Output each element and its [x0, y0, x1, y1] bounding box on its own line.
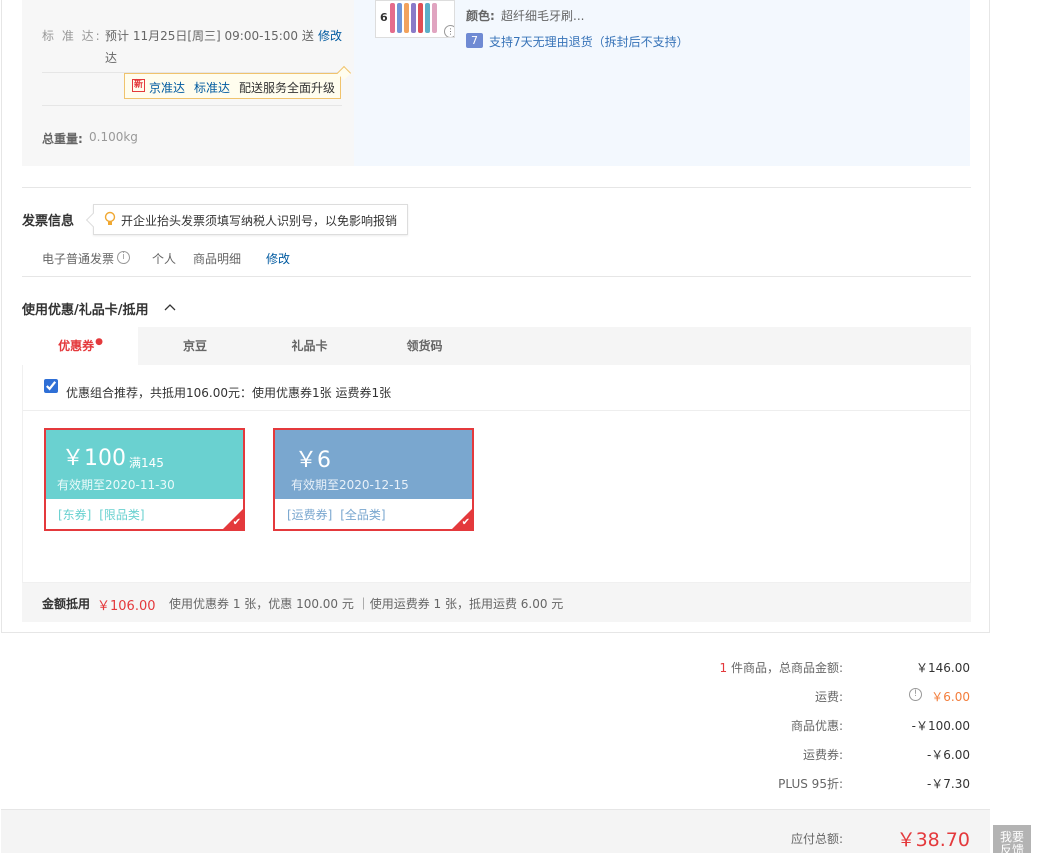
brush-shape [411, 3, 416, 33]
invoice-type: 电子普通发票 [42, 252, 115, 266]
coupon-tag: [运费券] [287, 508, 333, 522]
recommend-checkbox[interactable] [44, 379, 58, 393]
items-total-value: ￥146.00 [916, 661, 970, 675]
weight-value: 0.100kg [89, 130, 138, 144]
coupon-tags: [运费券] [全品类] [287, 506, 386, 523]
discount-title[interactable]: 使用优惠/礼品卡/抵用 [22, 299, 149, 318]
feedback-button[interactable]: 我要 反馈 [993, 825, 1031, 857]
coupon-header: ￥6 有效期至2020-12-15 [275, 430, 472, 499]
discount-tabs: 优惠券● 京豆 礼品卡 领货码 [22, 327, 971, 365]
coupon-card[interactable]: ￥6 有效期至2020-12-15 [运费券] [全品类] ✔ [273, 428, 474, 531]
thumb-mark: 6 [380, 11, 388, 24]
return-policy-text[interactable]: 支持7天无理由退货（拆封后不支持） [489, 33, 689, 50]
tab-gift-card[interactable]: 礼品卡 [252, 327, 367, 365]
coupon-header: ￥100 满145 有效期至2020-11-30 [46, 430, 243, 499]
red-dot-icon: ● [95, 337, 103, 347]
seven-day-return-icon: 7 [466, 33, 483, 48]
info-icon[interactable]: ⋮ [444, 25, 454, 37]
items-label-text: 件商品，总商品金额: [730, 661, 843, 675]
product-thumbnail[interactable]: 6 ⋮ [375, 0, 455, 38]
invoice-title: 发票信息 [22, 214, 75, 229]
invoice-tip-text: 开企业抬头发票须填写纳税人识别号，以免影响报销 [121, 214, 398, 228]
shipping-label: 运费: [814, 690, 843, 704]
invoice-detail: 商品明细 [193, 252, 242, 266]
plus-discount-value: -￥7.30 [926, 777, 970, 791]
summary-detail: 使用优惠券 1 张，优惠 100.00 元 ｜使用运费券 1 张，抵用运费 6.… [169, 597, 564, 611]
invoice-person: 个人 [152, 252, 177, 266]
brush-shape [404, 3, 409, 33]
coupon-card[interactable]: ￥100 满145 有效期至2020-11-30 [东券] [限品类] ✔ [44, 428, 245, 531]
payable-value: ￥38.70 [896, 829, 970, 851]
feedback-line1: 我要 [999, 830, 1024, 844]
info-circle-icon[interactable]: i [117, 251, 130, 264]
recommend-text: 优惠组合推荐，共抵用106.00元：使用优惠券1张 运费券1张 [66, 386, 392, 400]
weight-label: 总重量: [42, 132, 83, 146]
color-value: 超纤细毛牙刷... [501, 9, 585, 23]
shipping-value: ￥6.00 [931, 690, 970, 704]
payable-label: 应付总额: [790, 832, 843, 846]
goods-discount-label: 商品优惠: [790, 719, 843, 733]
brush-shape [425, 3, 430, 33]
coupon-divider [23, 410, 970, 411]
shipping-coupon-value: -￥6.00 [926, 748, 970, 762]
coupon-tag: [东券] [58, 508, 92, 522]
shipping-coupon-label: 运费券: [802, 748, 843, 762]
delivery-schedule-line1: 预计 11月25日[周三] 09:00-15:00 送 [105, 29, 314, 43]
delivery-service-badge: 新 京准达 标准达 配送服务全面升级 [124, 73, 341, 99]
brush-shape [418, 3, 423, 33]
delivery-divider-2 [42, 105, 342, 106]
invoice-tip: 开企业抬头发票须填写纳税人识别号，以免影响报销 [93, 204, 408, 235]
coupon-condition: 满145 [129, 456, 164, 470]
summary-amount: ￥106.00 [97, 599, 156, 614]
shipping-info-icon[interactable]: ! [909, 688, 922, 701]
service-upgrade-text: 配送服务全面升级 [239, 81, 336, 95]
new-icon: 新 [132, 79, 145, 92]
delivery-schedule: 预计 11月25日[周三] 09:00-15:00 送 达 [105, 27, 314, 66]
jd-precise-link[interactable]: 京准达 [149, 79, 185, 96]
brush-shape [390, 3, 395, 33]
delivery-label: 标 准 达: [42, 29, 102, 43]
tab-coupon[interactable]: 优惠券● [22, 327, 138, 365]
delivery-modify-link[interactable]: 修改 [318, 27, 342, 44]
feedback-line2: 反馈 [999, 843, 1024, 857]
coupon-expiry: 有效期至2020-12-15 [291, 478, 409, 492]
chevron-up-icon[interactable] [164, 301, 176, 311]
discount-summary-bar: 金额抵用 ￥106.00 使用优惠券 1 张，优惠 100.00 元 ｜使用运费… [22, 583, 971, 622]
tab-pickup-code[interactable]: 领货码 [367, 327, 482, 365]
tab-jd-bean[interactable]: 京豆 [138, 327, 252, 365]
coupon-tag: [全品类] [340, 508, 386, 522]
brush-shape [397, 3, 402, 33]
coupon-amount: ￥6 [295, 448, 331, 473]
goods-discount-value: -￥100.00 [911, 719, 970, 733]
item-count: 1 [719, 661, 728, 675]
coupon-expiry: 有效期至2020-11-30 [57, 478, 175, 492]
items-total-label: 1 件商品，总商品金额: [719, 659, 843, 676]
coupon-amount: ￥100 [62, 446, 126, 471]
delivery-schedule-line2: 达 [105, 51, 118, 65]
plus-discount-label: PLUS 95折: [778, 777, 843, 791]
summary-label: 金额抵用 [42, 597, 91, 611]
tab-coupon-label: 优惠券 [58, 339, 95, 353]
color-label: 颜色: [466, 9, 495, 23]
coupon-tag: [限品类] [99, 508, 145, 522]
coupon-tags: [东券] [限品类] [58, 506, 145, 523]
check-icon: ✔ [461, 517, 470, 528]
section-divider [22, 187, 971, 188]
section-divider [22, 276, 971, 277]
lightbulb-icon [104, 211, 116, 227]
invoice-modify-link[interactable]: 修改 [266, 250, 290, 267]
standard-link[interactable]: 标准达 [194, 79, 230, 96]
check-icon: ✔ [232, 517, 241, 528]
brush-shape [432, 3, 437, 33]
